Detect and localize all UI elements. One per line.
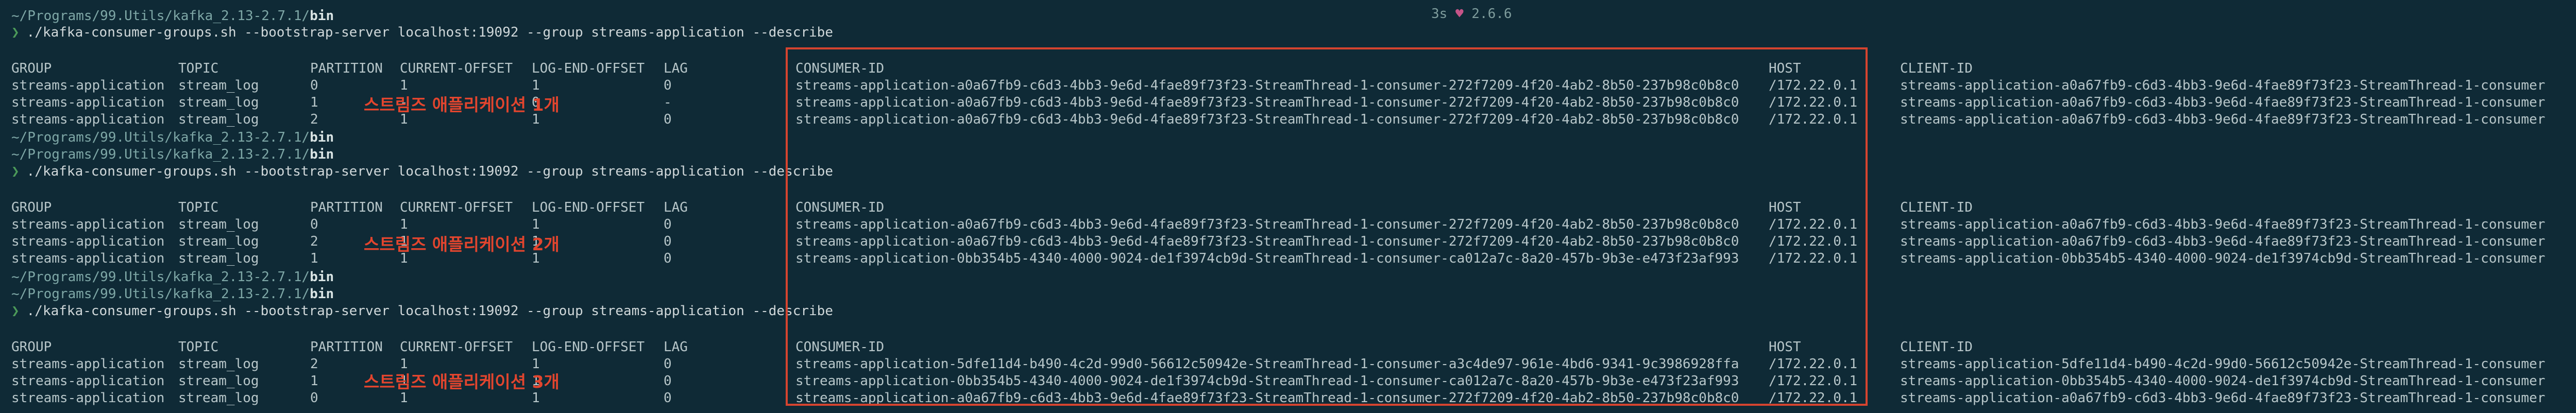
prompt-path-line: ~/Programs/99.Utils/kafka_2.13-2.7.1/bin: [11, 8, 334, 24]
header-log-end-offset: LOG-END-OFFSET: [532, 61, 645, 76]
header-partition: PARTITION: [310, 339, 383, 355]
header-topic: TOPIC: [178, 61, 219, 76]
terminal-window[interactable]: 3s ♥ 2.6.6 ~/Programs/99.Utils/kafka_2.1…: [0, 0, 2576, 413]
prompt-path-line: ~/Programs/99.Utils/kafka_2.13-2.7.1/bin: [11, 286, 334, 302]
prompt-path-line: ~/Programs/99.Utils/kafka_2.13-2.7.1/bin: [11, 147, 334, 162]
header-log-end-offset: LOG-END-OFFSET: [532, 200, 645, 215]
header-lag: LAG: [664, 200, 688, 215]
header-lag: LAG: [664, 61, 688, 76]
header-current-offset: CURRENT-OFFSET: [400, 61, 513, 76]
annotation-label: 스트림즈 애플리케이션 1개: [364, 95, 560, 115]
header-group: GROUP: [11, 339, 52, 355]
prompt-path-line: ~/Programs/99.Utils/kafka_2.13-2.7.1/bin: [11, 269, 334, 285]
header-current-offset: CURRENT-OFFSET: [400, 200, 513, 215]
highlight-box: [786, 47, 1868, 406]
duration-text: 3s: [1431, 6, 1448, 22]
header-client-id: CLIENT-ID: [1900, 200, 1973, 215]
command-text: ./kafka-consumer-groups.sh --bootstrap-s…: [26, 164, 833, 179]
annotation-label: 스트림즈 애플리케이션 3개: [364, 372, 560, 392]
command-line: ❯ ./kafka-consumer-groups.sh --bootstrap-…: [11, 163, 833, 180]
header-current-offset: CURRENT-OFFSET: [400, 339, 513, 355]
header-log-end-offset: LOG-END-OFFSET: [532, 339, 645, 355]
command-line: ❯ ./kafka-consumer-groups.sh --bootstrap-…: [11, 24, 833, 41]
command-text: ./kafka-consumer-groups.sh --bootstrap-s…: [26, 25, 833, 40]
prompt-icon: ❯: [11, 25, 20, 40]
header-partition: PARTITION: [310, 61, 383, 76]
header-group: GROUP: [11, 61, 52, 76]
header-lag: LAG: [664, 339, 688, 355]
header-partition: PARTITION: [310, 200, 383, 215]
header-client-id: CLIENT-ID: [1900, 339, 1973, 355]
prompt-icon: ❯: [11, 303, 20, 319]
status-indicator: 3s ♥ 2.6.6: [1431, 5, 1512, 23]
command-text: ./kafka-consumer-groups.sh --bootstrap-s…: [26, 303, 833, 319]
heart-icon: ♥: [1455, 6, 1464, 22]
version-text: 2.6.6: [1471, 6, 1512, 22]
header-group: GROUP: [11, 200, 52, 215]
prompt-path-line: ~/Programs/99.Utils/kafka_2.13-2.7.1/bin: [11, 130, 334, 145]
header-topic: TOPIC: [178, 200, 219, 215]
annotation-label: 스트림즈 애플리케이션 2개: [364, 234, 560, 254]
command-line: ❯ ./kafka-consumer-groups.sh --bootstrap-…: [11, 302, 833, 320]
header-client-id: CLIENT-ID: [1900, 61, 1973, 76]
header-topic: TOPIC: [178, 339, 219, 355]
prompt-icon: ❯: [11, 164, 20, 179]
